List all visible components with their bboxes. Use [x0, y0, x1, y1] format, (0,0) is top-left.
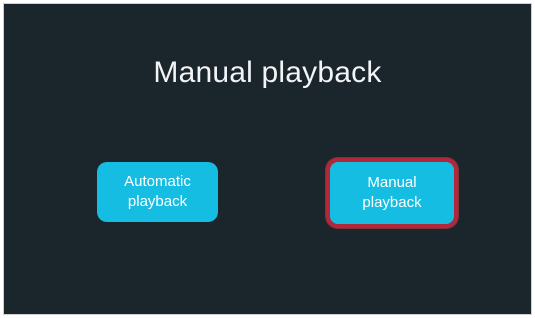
automatic-playback-button[interactable]: Automatic playback — [97, 162, 218, 222]
playback-screen: Manual playback Automatic playback Manua… — [3, 3, 532, 315]
screen-title: Manual playback — [153, 56, 382, 89]
manual-playback-button[interactable]: Manual playback — [326, 158, 458, 228]
